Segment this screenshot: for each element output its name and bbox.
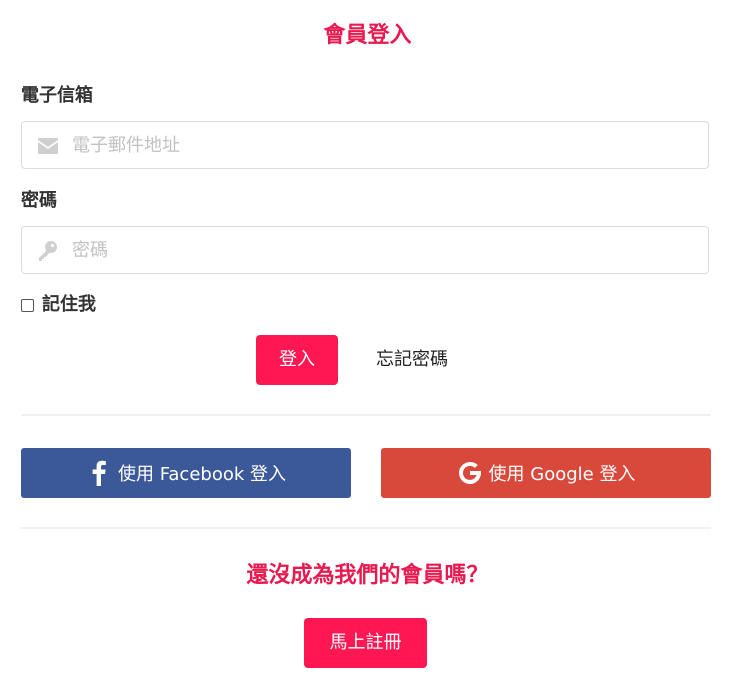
remember-me[interactable]: 記住我 bbox=[21, 292, 96, 318]
google-login-label: 使用 Google 登入 bbox=[488, 464, 636, 485]
signup-question: 還沒成為我們的會員嗎？ bbox=[246, 563, 489, 588]
google-login-button[interactable]: 使用 Google 登入 bbox=[381, 448, 711, 498]
email-label: 電子信箱 bbox=[21, 85, 93, 106]
password-label: 密碼 bbox=[21, 190, 57, 211]
divider-bottom bbox=[21, 527, 711, 529]
login-button[interactable]: 登入 bbox=[256, 335, 338, 385]
google-icon bbox=[457, 460, 483, 486]
page-title: 會員登入 bbox=[323, 23, 412, 48]
forgot-password-link[interactable]: 忘記密碼 bbox=[376, 347, 448, 373]
envelope-icon bbox=[36, 134, 60, 158]
register-button[interactable]: 馬上註冊 bbox=[304, 618, 427, 668]
key-icon bbox=[36, 239, 60, 263]
email-field-wrapper[interactable] bbox=[21, 121, 709, 169]
remember-label: 記住我 bbox=[42, 294, 96, 315]
password-field-wrapper[interactable] bbox=[21, 226, 709, 274]
remember-checkbox[interactable] bbox=[21, 298, 34, 312]
email-input[interactable] bbox=[72, 122, 692, 168]
facebook-login-button[interactable]: 使用 Facebook 登入 bbox=[21, 448, 351, 498]
facebook-login-label: 使用 Facebook 登入 bbox=[117, 464, 287, 485]
password-input[interactable] bbox=[72, 227, 692, 273]
facebook-icon bbox=[86, 460, 112, 486]
divider-top bbox=[21, 414, 711, 416]
